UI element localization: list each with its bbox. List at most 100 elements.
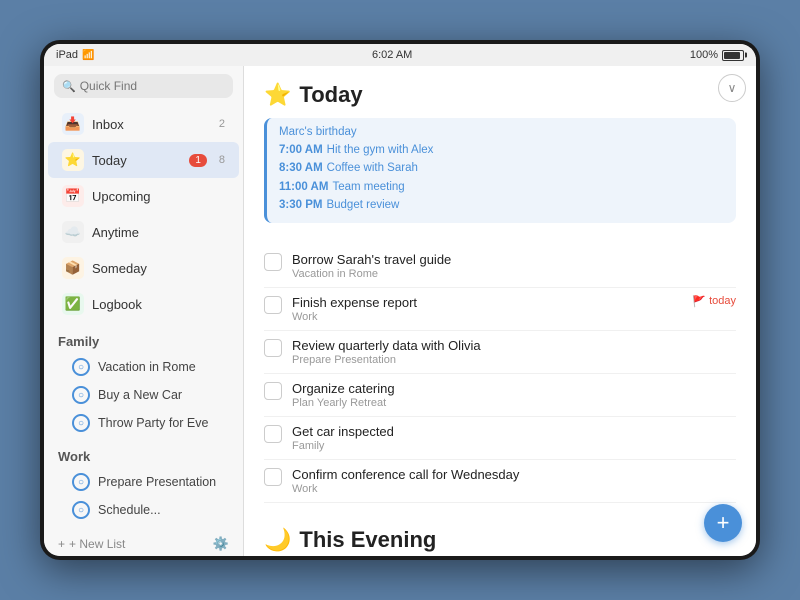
task-sub: Plan Yearly Retreat [292, 397, 736, 409]
chevron-down-icon: ∨ [728, 81, 737, 95]
search-bar[interactable]: 🔍 [54, 74, 233, 98]
sidebar-item-inbox[interactable]: 📥 Inbox 2 [48, 106, 239, 142]
today-section: ⭐ Today Marc's birthday 7:00 AMHit the g… [244, 66, 756, 245]
work-section-header: Work [44, 437, 243, 468]
task-title: Get car inspected [292, 424, 736, 439]
sidebar-item-label: Logbook [92, 297, 225, 312]
today-badge-red: 1 [189, 154, 207, 167]
task-sub: Work [292, 483, 736, 495]
task-checkbox[interactable] [264, 296, 282, 314]
sidebar-items: 📥 Inbox 2 ⭐ Today 1 8 📅 Upcoming [44, 106, 243, 556]
status-left: iPad 📶 [56, 49, 94, 61]
cal-event-1: 8:30 AMCoffee with Sarah [279, 159, 724, 177]
device-frame: iPad 📶 6:02 AM 100% 🔍 [40, 40, 760, 560]
new-list-label: + New List [69, 537, 125, 551]
sub-item-label: Vacation in Rome [98, 360, 196, 374]
sidebar-item-logbook[interactable]: ✅ Logbook [48, 286, 239, 322]
cal-event-2: 11:00 AMTeam meeting [279, 178, 724, 196]
sidebar-item-vacation-rome[interactable]: ○ Vacation in Rome [44, 353, 243, 381]
status-right: 100% [690, 49, 744, 61]
car-icon: ○ [72, 386, 90, 404]
task-content: Review quarterly data with Olivia Prepar… [292, 338, 736, 366]
cal-event-0: 7:00 AMHit the gym with Alex [279, 141, 724, 159]
status-time: 6:02 AM [372, 49, 412, 61]
task-title: Organize catering [292, 381, 736, 396]
sidebar-item-someday[interactable]: 📦 Someday [48, 250, 239, 286]
search-icon: 🔍 [62, 80, 76, 93]
sidebar-item-label: Today [92, 153, 181, 168]
ipad-label: iPad [56, 49, 78, 61]
task-title: Finish expense report [292, 295, 682, 310]
task-title: Review quarterly data with Olivia [292, 338, 736, 353]
table-row: Organize catering Plan Yearly Retreat [264, 374, 736, 417]
someday-icon: 📦 [62, 257, 84, 279]
sidebar-item-today[interactable]: ⭐ Today 1 8 [48, 142, 239, 178]
sidebar-item-prepare-presentation[interactable]: ○ Prepare Presentation [44, 468, 243, 496]
table-row: Borrow Sarah's travel guide Vacation in … [264, 245, 736, 288]
search-input[interactable] [80, 79, 225, 93]
task-checkbox[interactable] [264, 253, 282, 271]
task-checkbox[interactable] [264, 468, 282, 486]
vacation-icon: ○ [72, 358, 90, 376]
plus-icon: + [717, 510, 730, 536]
task-content: Get car inspected Family [292, 424, 736, 452]
sidebar-item-schedule[interactable]: ○ Schedule... [44, 496, 243, 524]
plus-icon: + [58, 537, 65, 551]
battery-icon [722, 50, 744, 61]
sub-item-label: Throw Party for Eve [98, 416, 208, 430]
table-row: Review quarterly data with Olivia Prepar… [264, 331, 736, 374]
task-content: Confirm conference call for Wednesday Wo… [292, 467, 736, 495]
task-checkbox[interactable] [264, 382, 282, 400]
party-icon: ○ [72, 414, 90, 432]
sub-item-label: Buy a New Car [98, 388, 182, 402]
work-item-icon: ○ [72, 473, 90, 491]
cal-event-3: 3:30 PMBudget review [279, 196, 724, 214]
moon-icon: 🌙 [264, 527, 291, 553]
task-content: Finish expense report Work [292, 295, 682, 323]
sidebar: 🔍 📥 Inbox 2 ⭐ Today 1 8 [44, 66, 244, 556]
sidebar-item-label: Someday [92, 261, 225, 276]
battery-label: 100% [690, 49, 718, 61]
task-flag: 🚩 today [692, 295, 736, 308]
task-list: Borrow Sarah's travel guide Vacation in … [244, 245, 756, 503]
task-sub: Vacation in Rome [292, 268, 736, 280]
task-sub: Prepare Presentation [292, 354, 736, 366]
sidebar-item-buy-car[interactable]: ○ Buy a New Car [44, 381, 243, 409]
logbook-icon: ✅ [62, 293, 84, 315]
screen: iPad 📶 6:02 AM 100% 🔍 [44, 44, 756, 556]
new-list-button[interactable]: + + New List [58, 537, 125, 551]
task-sub: Work [292, 311, 682, 323]
task-title: Confirm conference call for Wednesday [292, 467, 736, 482]
inbox-badge: 2 [219, 118, 225, 130]
table-row: Confirm conference call for Wednesday Wo… [264, 460, 736, 503]
upcoming-icon: 📅 [62, 185, 84, 207]
sidebar-item-label: Inbox [92, 117, 211, 132]
task-checkbox[interactable] [264, 425, 282, 443]
family-section-header: Family [44, 322, 243, 353]
inbox-icon: 📥 [62, 113, 84, 135]
sidebar-item-upcoming[interactable]: 📅 Upcoming [48, 178, 239, 214]
calendar-block: Marc's birthday 7:00 AMHit the gym with … [264, 118, 736, 223]
flag-icon: 🚩 [692, 295, 706, 308]
today-icon: ⭐ [62, 149, 84, 171]
gear-icon[interactable]: ⚙️ [213, 536, 229, 552]
evening-section: 🌙 This Evening [244, 513, 756, 556]
today-title-label: Today [299, 82, 362, 108]
chevron-button[interactable]: ∨ [718, 74, 746, 102]
content-area: 🔍 📥 Inbox 2 ⭐ Today 1 8 [44, 66, 756, 556]
add-button[interactable]: + [704, 504, 742, 542]
task-content: Organize catering Plan Yearly Retreat [292, 381, 736, 409]
table-row: Finish expense report Work 🚩 today [264, 288, 736, 331]
sidebar-item-label: Anytime [92, 225, 225, 240]
anytime-icon: ☁️ [62, 221, 84, 243]
sidebar-item-throw-party[interactable]: ○ Throw Party for Eve [44, 409, 243, 437]
today-badge: 8 [219, 154, 225, 166]
task-checkbox[interactable] [264, 339, 282, 357]
evening-title-label: This Evening [299, 527, 436, 553]
status-bar: iPad 📶 6:02 AM 100% [44, 44, 756, 66]
task-sub: Family [292, 440, 736, 452]
new-list-row: + + New List ⚙️ [44, 528, 243, 556]
sidebar-item-anytime[interactable]: ☁️ Anytime [48, 214, 239, 250]
sub-item-label: Schedule... [98, 503, 161, 517]
work-item-icon2: ○ [72, 501, 90, 519]
